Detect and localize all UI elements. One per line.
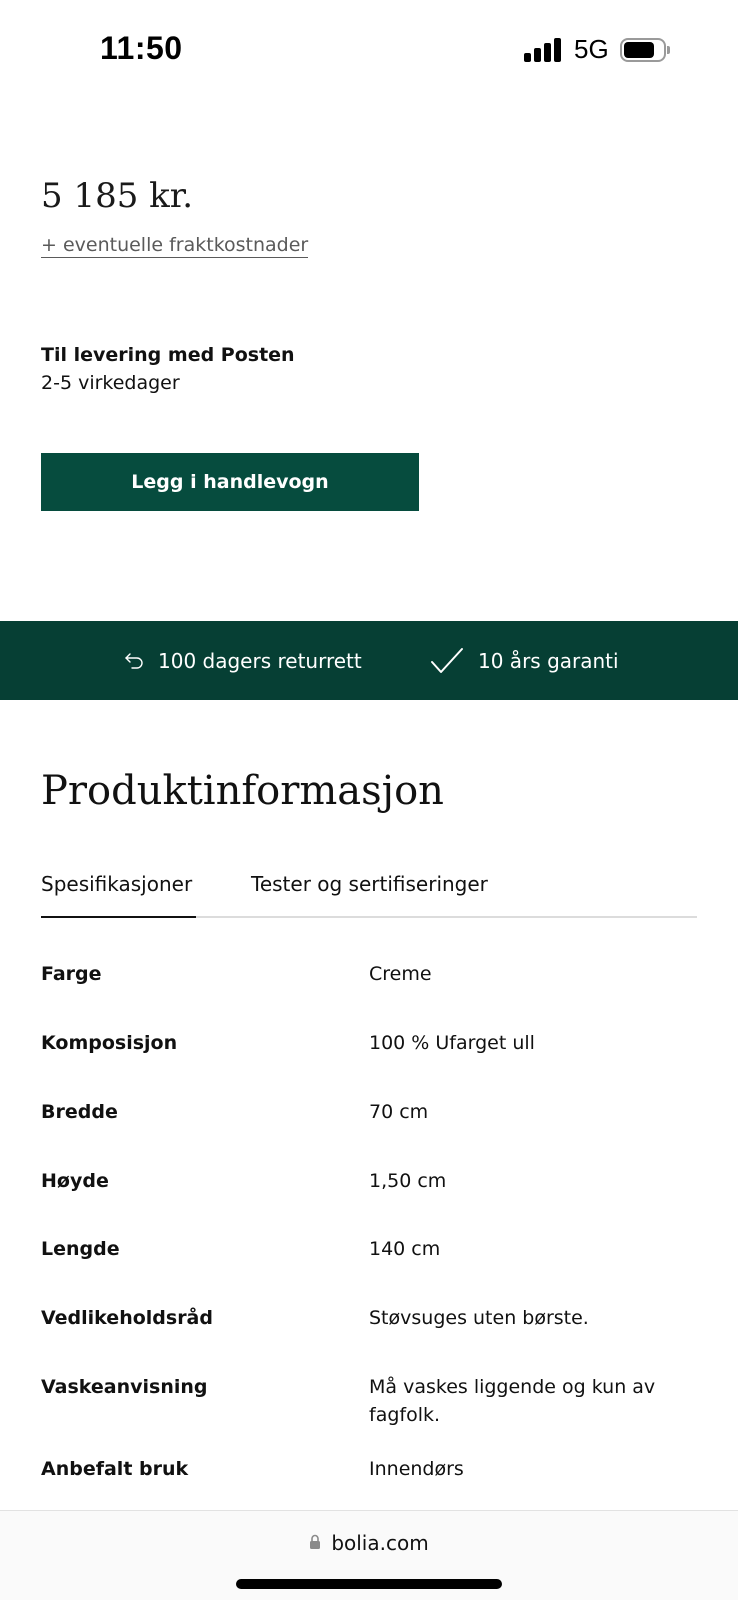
- url-text: bolia.com: [331, 1531, 429, 1555]
- home-indicator[interactable]: [236, 1579, 502, 1589]
- product-info-tabs: Spesifikasjoner Tester og sertifiseringe…: [41, 862, 697, 918]
- return-arrow-icon: [124, 652, 144, 670]
- active-tab-indicator: [41, 916, 196, 918]
- status-bar: 11:50 5G: [0, 0, 738, 100]
- spec-label: Farge: [41, 963, 102, 985]
- warranty-label: 10 års garanti: [478, 648, 619, 673]
- spec-label: Lengde: [41, 1238, 120, 1260]
- address-bar[interactable]: bolia.com: [0, 1531, 738, 1555]
- spec-label: Komposisjon: [41, 1032, 178, 1054]
- spec-value: 100 % Ufarget ull: [369, 1032, 535, 1054]
- spec-label: Anbefalt bruk: [41, 1458, 189, 1480]
- network-type: 5G: [574, 34, 609, 64]
- spec-label: Høyde: [41, 1170, 109, 1192]
- checkmark-icon: [430, 647, 464, 675]
- product-info-heading: Produktinformasjon: [41, 768, 444, 814]
- spec-value: Creme: [369, 963, 432, 985]
- return-policy-label: 100 dagers returrett: [158, 648, 362, 673]
- status-time: 11:50: [100, 30, 183, 66]
- battery-icon: [620, 38, 670, 62]
- spec-value: Støvsuges uten børste.: [369, 1307, 589, 1329]
- add-to-cart-button[interactable]: Legg i handlevogn: [41, 453, 419, 511]
- spec-value: 1,50 cm: [369, 1170, 447, 1192]
- signal-icon: [524, 38, 562, 62]
- spec-value: 70 cm: [369, 1101, 429, 1123]
- tab-tests-certifications[interactable]: Tester og sertifiseringer: [251, 872, 488, 896]
- spec-value: Innendørs: [369, 1458, 464, 1480]
- spec-value: 140 cm: [369, 1238, 441, 1260]
- delivery-method: Til levering med Posten: [41, 344, 295, 366]
- spec-label: Vedlikeholdsråd: [41, 1307, 213, 1329]
- tab-specifications[interactable]: Spesifikasjoner: [41, 872, 192, 896]
- spec-label: Bredde: [41, 1101, 118, 1123]
- lock-icon: [309, 1531, 321, 1555]
- delivery-time: 2-5 virkedager: [41, 372, 180, 394]
- spec-value: Må vaskes liggende og kun av fagfolk.: [369, 1376, 656, 1426]
- return-policy: 100 dagers returrett: [124, 621, 362, 700]
- product-price: 5 185 kr.: [41, 176, 194, 216]
- shipping-costs-link[interactable]: + eventuelle fraktkostnader: [41, 234, 309, 258]
- benefits-band: 100 dagers returrett 10 års garanti: [0, 621, 738, 700]
- browser-bottom-bar: bolia.com: [0, 1510, 738, 1600]
- warranty: 10 års garanti: [430, 621, 619, 700]
- spec-label: Vaskeanvisning: [41, 1376, 208, 1398]
